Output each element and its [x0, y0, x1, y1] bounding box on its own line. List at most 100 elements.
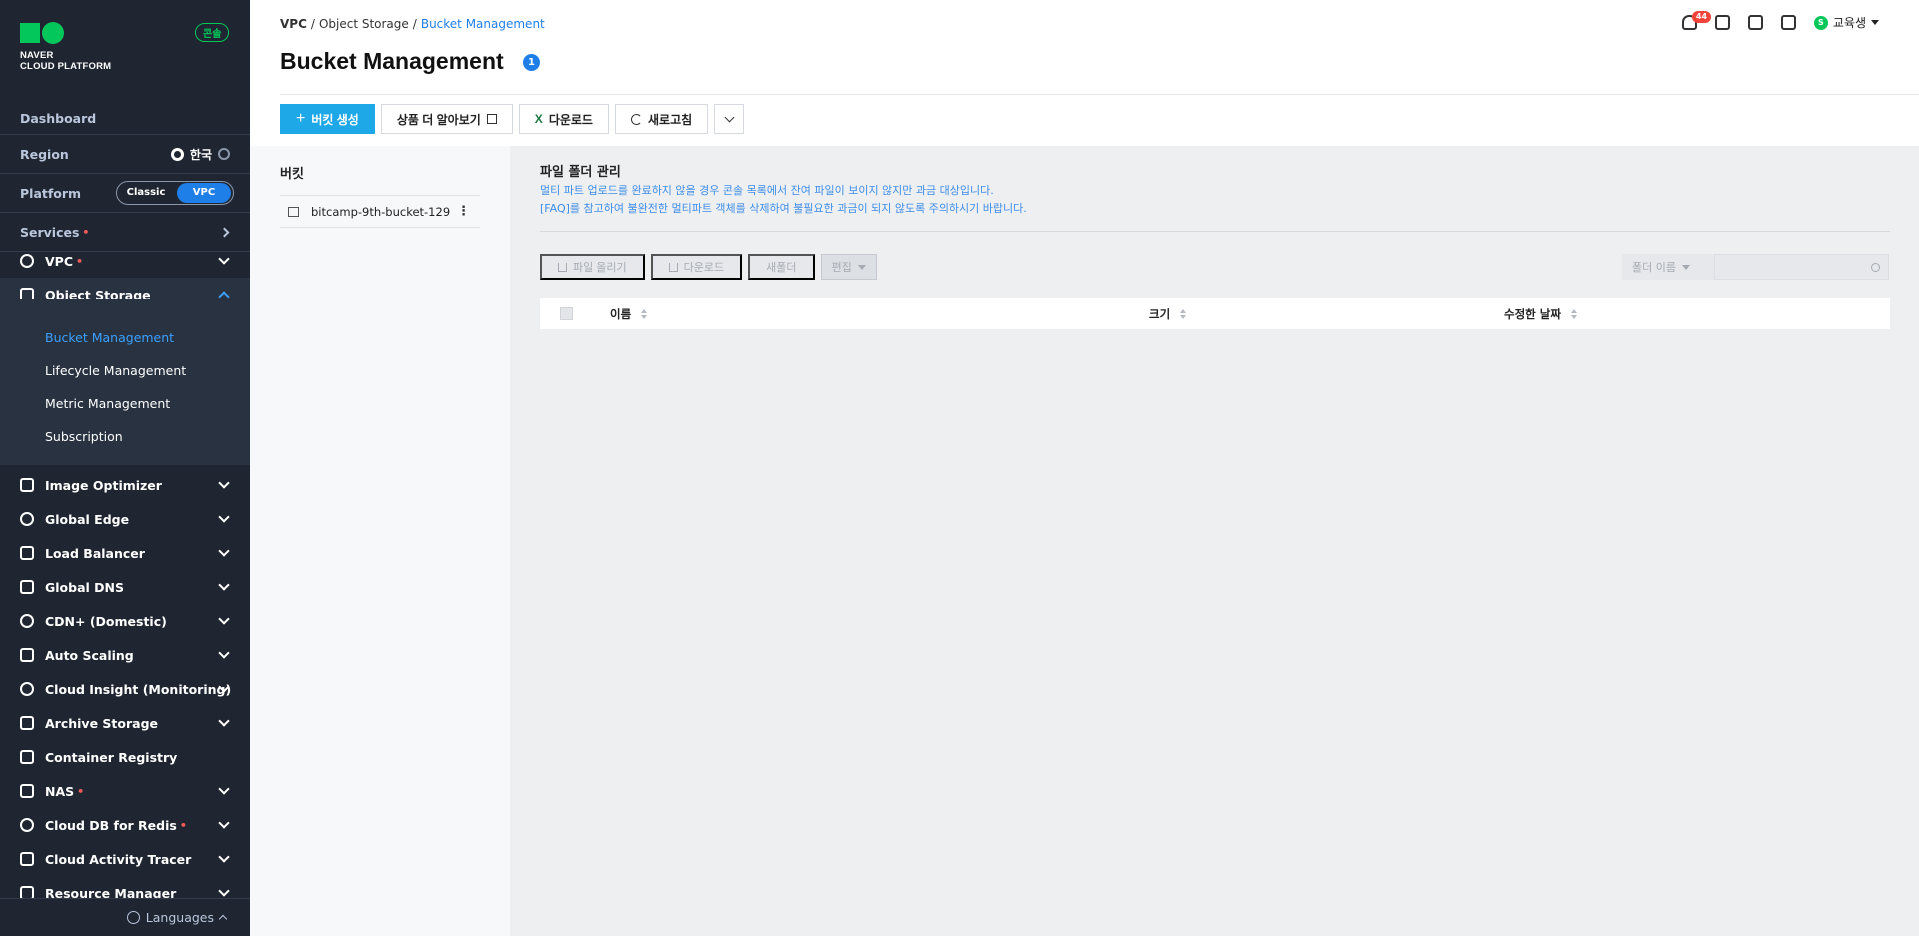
notification-bell-icon[interactable]: 44 [1681, 11, 1712, 30]
platform-option-vpc[interactable]: VPC [177, 183, 231, 203]
naver-cloud-logo[interactable]: NAVER CLOUD PLATFORM [20, 22, 111, 72]
column-name[interactable]: 이름 [610, 298, 648, 329]
languages-selector[interactable]: Languages [0, 898, 250, 936]
download-excel-button[interactable]: X 다운로드 [518, 104, 609, 134]
nav-item-global-edge[interactable]: Global Edge [0, 502, 250, 536]
upload-file-button[interactable]: 파일 올리기 [540, 254, 645, 280]
chevron-down-icon [218, 851, 230, 863]
nav-item-label: Cloud Insight (Monitoring) [45, 681, 232, 697]
services-label: Services [20, 224, 80, 240]
search-field-label: 폴더 이름 [1632, 261, 1676, 274]
notification-count-badge: 44 [1691, 11, 1712, 23]
file-folder-panel: 파일 폴더 관리 멀티 파트 업로드를 완료하지 않을 경우 콘솔 목록에서 잔… [510, 146, 1919, 936]
console-badge: 콘솔 [195, 23, 230, 42]
sidebar-region: Region 한국 [0, 135, 250, 174]
create-bucket-button[interactable]: + 버킷 생성 [280, 104, 375, 134]
bucket-list-item[interactable]: bitcamp-9th-bucket-129 ⋮ [280, 196, 480, 228]
column-modified[interactable]: 수정한 날짜 [1504, 298, 1577, 329]
chat-icon[interactable] [1714, 15, 1730, 30]
nav-item-image-optimizer[interactable]: Image Optimizer [0, 468, 250, 502]
nav-item-load-balancer[interactable]: Load Balancer [0, 536, 250, 570]
sub-item-lifecycle-management[interactable]: Lifecycle Management [45, 363, 186, 378]
title-info-badge[interactable]: 1 [523, 54, 540, 71]
file-toolbar: 파일 올리기 다운로드 새폴더 편집 [540, 254, 877, 280]
nav-item-nas[interactable]: NAS • [0, 774, 250, 808]
new-folder-label: 새폴더 [766, 262, 797, 274]
nav-item-label: Cloud DB for Redis [45, 817, 177, 833]
content-divider [540, 231, 1890, 232]
create-bucket-label: 버킷 생성 [311, 112, 359, 127]
sub-item-metric-management[interactable]: Metric Management [45, 396, 170, 411]
nav-item-global-dns[interactable]: Global DNS [0, 570, 250, 604]
top-icon-bar: 44 S 교육생 [1681, 11, 1879, 31]
caret-down-icon [857, 264, 866, 270]
region-globe-icon [170, 147, 184, 161]
required-dot: • [76, 254, 84, 268]
brand-line-2: CLOUD PLATFORM [20, 61, 112, 72]
manual-book-icon[interactable] [1780, 15, 1796, 30]
chevron-down-icon [218, 783, 230, 795]
platform-option-classic[interactable]: Classic [119, 183, 173, 203]
nav-item-cloud-db-redis[interactable]: Cloud DB for Redis • [0, 808, 250, 842]
archive-storage-icon [20, 716, 34, 730]
multipart-notice-2[interactable]: [FAQ]를 참고하여 불완전한 멀티파트 객체를 삭제하여 불필요한 과금이 … [540, 200, 1027, 216]
container-registry-icon [20, 750, 34, 764]
refresh-label: 새로고침 [647, 112, 693, 127]
upload-icon [558, 262, 567, 272]
upload-label: 파일 올리기 [573, 262, 627, 274]
more-options-button[interactable] [714, 104, 745, 134]
nav-item-vpc[interactable]: VPC • [0, 244, 250, 278]
nav-item-cloud-insight[interactable]: Cloud Insight (Monitoring) [0, 672, 250, 706]
file-table-header: 이름 크기 수정한 날짜 [540, 298, 1890, 329]
region-value[interactable]: 한국 [190, 146, 212, 163]
activity-tracer-icon [20, 852, 34, 866]
chevron-down-icon [218, 613, 230, 625]
nav-item-cdn-domestic[interactable]: CDN+ (Domestic) [0, 604, 250, 638]
chevron-down-icon [218, 647, 230, 659]
download-icon [668, 262, 678, 272]
caret-down-icon [1681, 264, 1690, 270]
nav-item-label: Auto Scaling [45, 647, 134, 663]
edit-dropdown[interactable]: 편집 [820, 254, 877, 280]
search-input[interactable] [1714, 254, 1889, 280]
nav-item-container-registry[interactable]: Container Registry [0, 740, 250, 774]
search-field-select[interactable]: 폴더 이름 [1622, 254, 1714, 280]
nav-item-archive-storage[interactable]: Archive Storage [0, 706, 250, 740]
bucket-list-panel: 버킷 bitcamp-9th-bucket-129 ⋮ [250, 146, 510, 936]
chevron-down-icon [218, 511, 230, 523]
breadcrumb-vpc[interactable]: VPC [280, 17, 307, 31]
nav-item-auto-scaling[interactable]: Auto Scaling [0, 638, 250, 672]
globe-icon [126, 911, 140, 924]
kebab-menu-icon[interactable]: ⋮ [457, 204, 470, 219]
memo-icon[interactable] [1747, 15, 1763, 30]
folder-panel-title: 파일 폴더 관리 [540, 165, 621, 180]
sort-icon [1180, 308, 1187, 319]
refresh-button[interactable]: 새로고침 [614, 104, 709, 134]
chevron-down-icon [218, 253, 230, 265]
region-settings-icon[interactable] [218, 148, 230, 160]
plus-icon: + [296, 110, 306, 127]
platform-label: Platform [20, 185, 82, 201]
nav-item-cloud-activity-tracer[interactable]: Cloud Activity Tracer [0, 842, 250, 876]
user-name: 교육생 [1832, 16, 1866, 30]
download-file-button[interactable]: 다운로드 [650, 254, 743, 280]
cdn-icon [20, 614, 34, 628]
select-all-checkbox[interactable] [560, 307, 573, 320]
sub-item-bucket-management[interactable]: Bucket Management [45, 330, 174, 345]
breadcrumb-bucket-management[interactable]: Bucket Management [421, 17, 545, 31]
column-size-label: 크기 [1149, 306, 1171, 321]
learn-more-button[interactable]: 상품 더 알아보기 [380, 104, 513, 134]
redis-icon [20, 818, 34, 832]
user-menu[interactable]: S 교육생 [1813, 14, 1879, 31]
bucket-name: bitcamp-9th-bucket-129 [311, 204, 451, 219]
nav-item-label: Global DNS [45, 579, 124, 595]
search-icon[interactable] [1871, 262, 1880, 272]
required-dot: • [179, 818, 187, 832]
breadcrumb-object-storage[interactable]: Object Storage [319, 17, 409, 31]
cloud-insight-icon [20, 682, 34, 696]
column-size[interactable]: 크기 [1149, 298, 1187, 329]
platform-toggle[interactable]: Classic VPC [116, 181, 234, 205]
sidebar-dashboard[interactable]: Dashboard [0, 102, 250, 135]
sub-item-subscription[interactable]: Subscription [45, 429, 123, 444]
new-folder-button[interactable]: 새폴더 [748, 254, 815, 280]
